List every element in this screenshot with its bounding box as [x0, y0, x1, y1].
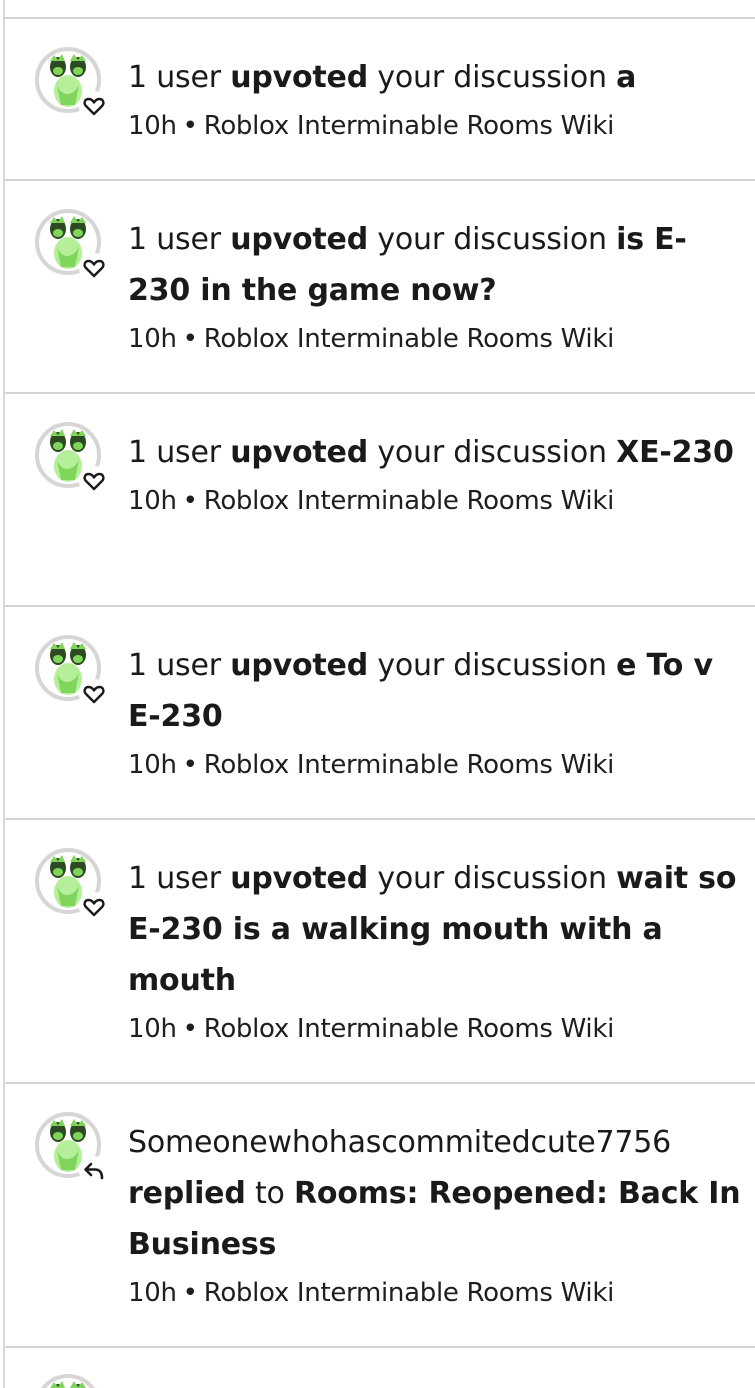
connector-text: your discussion	[377, 222, 607, 257]
wiki-name: Roblox Interminable Rooms Wiki	[203, 1014, 615, 1044]
notification-content: 1 user upvoted your discussion XE-230 10…	[128, 427, 745, 519]
meta-separator: •	[182, 750, 198, 780]
notification-item[interactable]: 1 user upvoted your discussion a 10h • Rob…	[5, 19, 755, 181]
action-text: upvoted	[230, 648, 368, 683]
wiki-name: Roblox Interminable Rooms Wiki	[203, 324, 615, 354]
notification-message[interactable]: Someonewhohascommitedcute7756 replied to…	[128, 1117, 745, 1270]
connector-text: your discussion	[377, 60, 607, 95]
notification-content: 1 user upvoted your discussion e To v E-…	[128, 640, 745, 783]
actor-text: 1 user	[128, 60, 221, 95]
notification-list: 1 user upvoted your discussion a 10h • Rob…	[5, 19, 755, 1348]
actor-text: 1 user	[128, 861, 221, 896]
action-text: upvoted	[230, 435, 368, 470]
wiki-name: Roblox Interminable Rooms Wiki	[203, 750, 615, 780]
timestamp: 10h	[128, 750, 177, 780]
heart-icon	[83, 97, 105, 116]
heart-icon	[83, 259, 105, 278]
wiki-name: Roblox Interminable Rooms Wiki	[203, 1278, 615, 1308]
connector-text: to	[254, 1176, 285, 1211]
action-text: upvoted	[230, 861, 368, 896]
actor-text: 1 user	[128, 222, 221, 257]
timestamp: 10h	[128, 111, 177, 141]
wiki-name: Roblox Interminable Rooms Wiki	[203, 111, 615, 141]
heart-icon	[83, 898, 105, 917]
notification-message[interactable]: 1 user upvoted your discussion a	[128, 52, 745, 103]
notification-content: Someonewhohascommitedcute7756 replied to…	[128, 1117, 745, 1311]
notification-message[interactable]: 1 user upvoted your discussion XE-230	[128, 427, 745, 478]
notification-message[interactable]: 1 user upvoted your discussion is E-230 …	[128, 214, 745, 316]
heart-badge	[79, 679, 109, 709]
notification-meta: 10h • Roblox Interminable Rooms Wiki	[128, 747, 745, 783]
notification-meta: 10h • Roblox Interminable Rooms Wiki	[128, 1011, 745, 1047]
notification-content: 1 user upvoted your discussion is E-230 …	[128, 214, 745, 357]
timestamp: 10h	[128, 324, 177, 354]
action-text: replied	[128, 1176, 246, 1211]
notification-meta: 10h • Roblox Interminable Rooms Wiki	[128, 483, 745, 519]
avatar[interactable]	[35, 635, 109, 709]
meta-separator: •	[182, 1014, 198, 1044]
notification-message[interactable]: 1 user upvoted your discussion e To v E-…	[128, 640, 745, 742]
action-text: upvoted	[230, 60, 368, 95]
avatar[interactable]	[35, 209, 109, 283]
notification-meta: 10h • Roblox Interminable Rooms Wiki	[128, 321, 745, 357]
actor-text[interactable]: Someonewhohascommitedcute7756	[128, 1125, 671, 1160]
meta-separator: •	[182, 1278, 198, 1308]
next-item-avatar	[35, 1374, 101, 1388]
reply-badge	[79, 1156, 109, 1186]
notification-item[interactable]: 1 user upvoted your discussion XE-230 10…	[5, 394, 755, 607]
timestamp: 10h	[128, 1278, 177, 1308]
notification-item[interactable]: 1 user upvoted your discussion e To v E-…	[5, 607, 755, 820]
notification-item[interactable]: 1 user upvoted your discussion is E-230 …	[5, 181, 755, 394]
heart-icon	[83, 472, 105, 491]
connector-text: your discussion	[377, 648, 607, 683]
timestamp: 10h	[128, 486, 177, 516]
heart-badge	[79, 892, 109, 922]
notification-content: 1 user upvoted your discussion a 10h • Rob…	[128, 52, 745, 144]
meta-separator: •	[182, 486, 198, 516]
notification-message[interactable]: 1 user upvoted your discussion wait so E…	[128, 853, 745, 1006]
notification-item[interactable]: Someonewhohascommitedcute7756 replied to…	[5, 1084, 755, 1348]
notification-meta: 10h • Roblox Interminable Rooms Wiki	[128, 1275, 745, 1311]
discussion-title[interactable]: a	[616, 60, 636, 95]
avatar[interactable]	[35, 1112, 109, 1186]
heart-badge	[79, 91, 109, 121]
notifications-page: 1 user upvoted your discussion a 10h • Rob…	[0, 0, 755, 1388]
discussion-title[interactable]: XE-230	[616, 435, 734, 470]
action-text: upvoted	[230, 222, 368, 257]
avatar[interactable]	[35, 422, 109, 496]
avatar[interactable]	[35, 47, 109, 121]
wiki-name: Roblox Interminable Rooms Wiki	[203, 486, 615, 516]
notification-content: 1 user upvoted your discussion wait so E…	[128, 853, 745, 1047]
meta-separator: •	[182, 111, 198, 141]
notification-item[interactable]: 1 user upvoted your discussion wait so E…	[5, 820, 755, 1084]
actor-text: 1 user	[128, 648, 221, 683]
heart-badge	[79, 466, 109, 496]
timestamp: 10h	[128, 1014, 177, 1044]
reply-arrow-icon	[84, 1162, 104, 1180]
heart-icon	[83, 685, 105, 704]
meta-separator: •	[182, 324, 198, 354]
avatar[interactable]	[35, 848, 109, 922]
notification-meta: 10h • Roblox Interminable Rooms Wiki	[128, 108, 745, 144]
creature-avatar-icon	[50, 1381, 86, 1388]
connector-text: your discussion	[377, 435, 607, 470]
heart-badge	[79, 253, 109, 283]
connector-text: your discussion	[377, 861, 607, 896]
actor-text: 1 user	[128, 435, 221, 470]
